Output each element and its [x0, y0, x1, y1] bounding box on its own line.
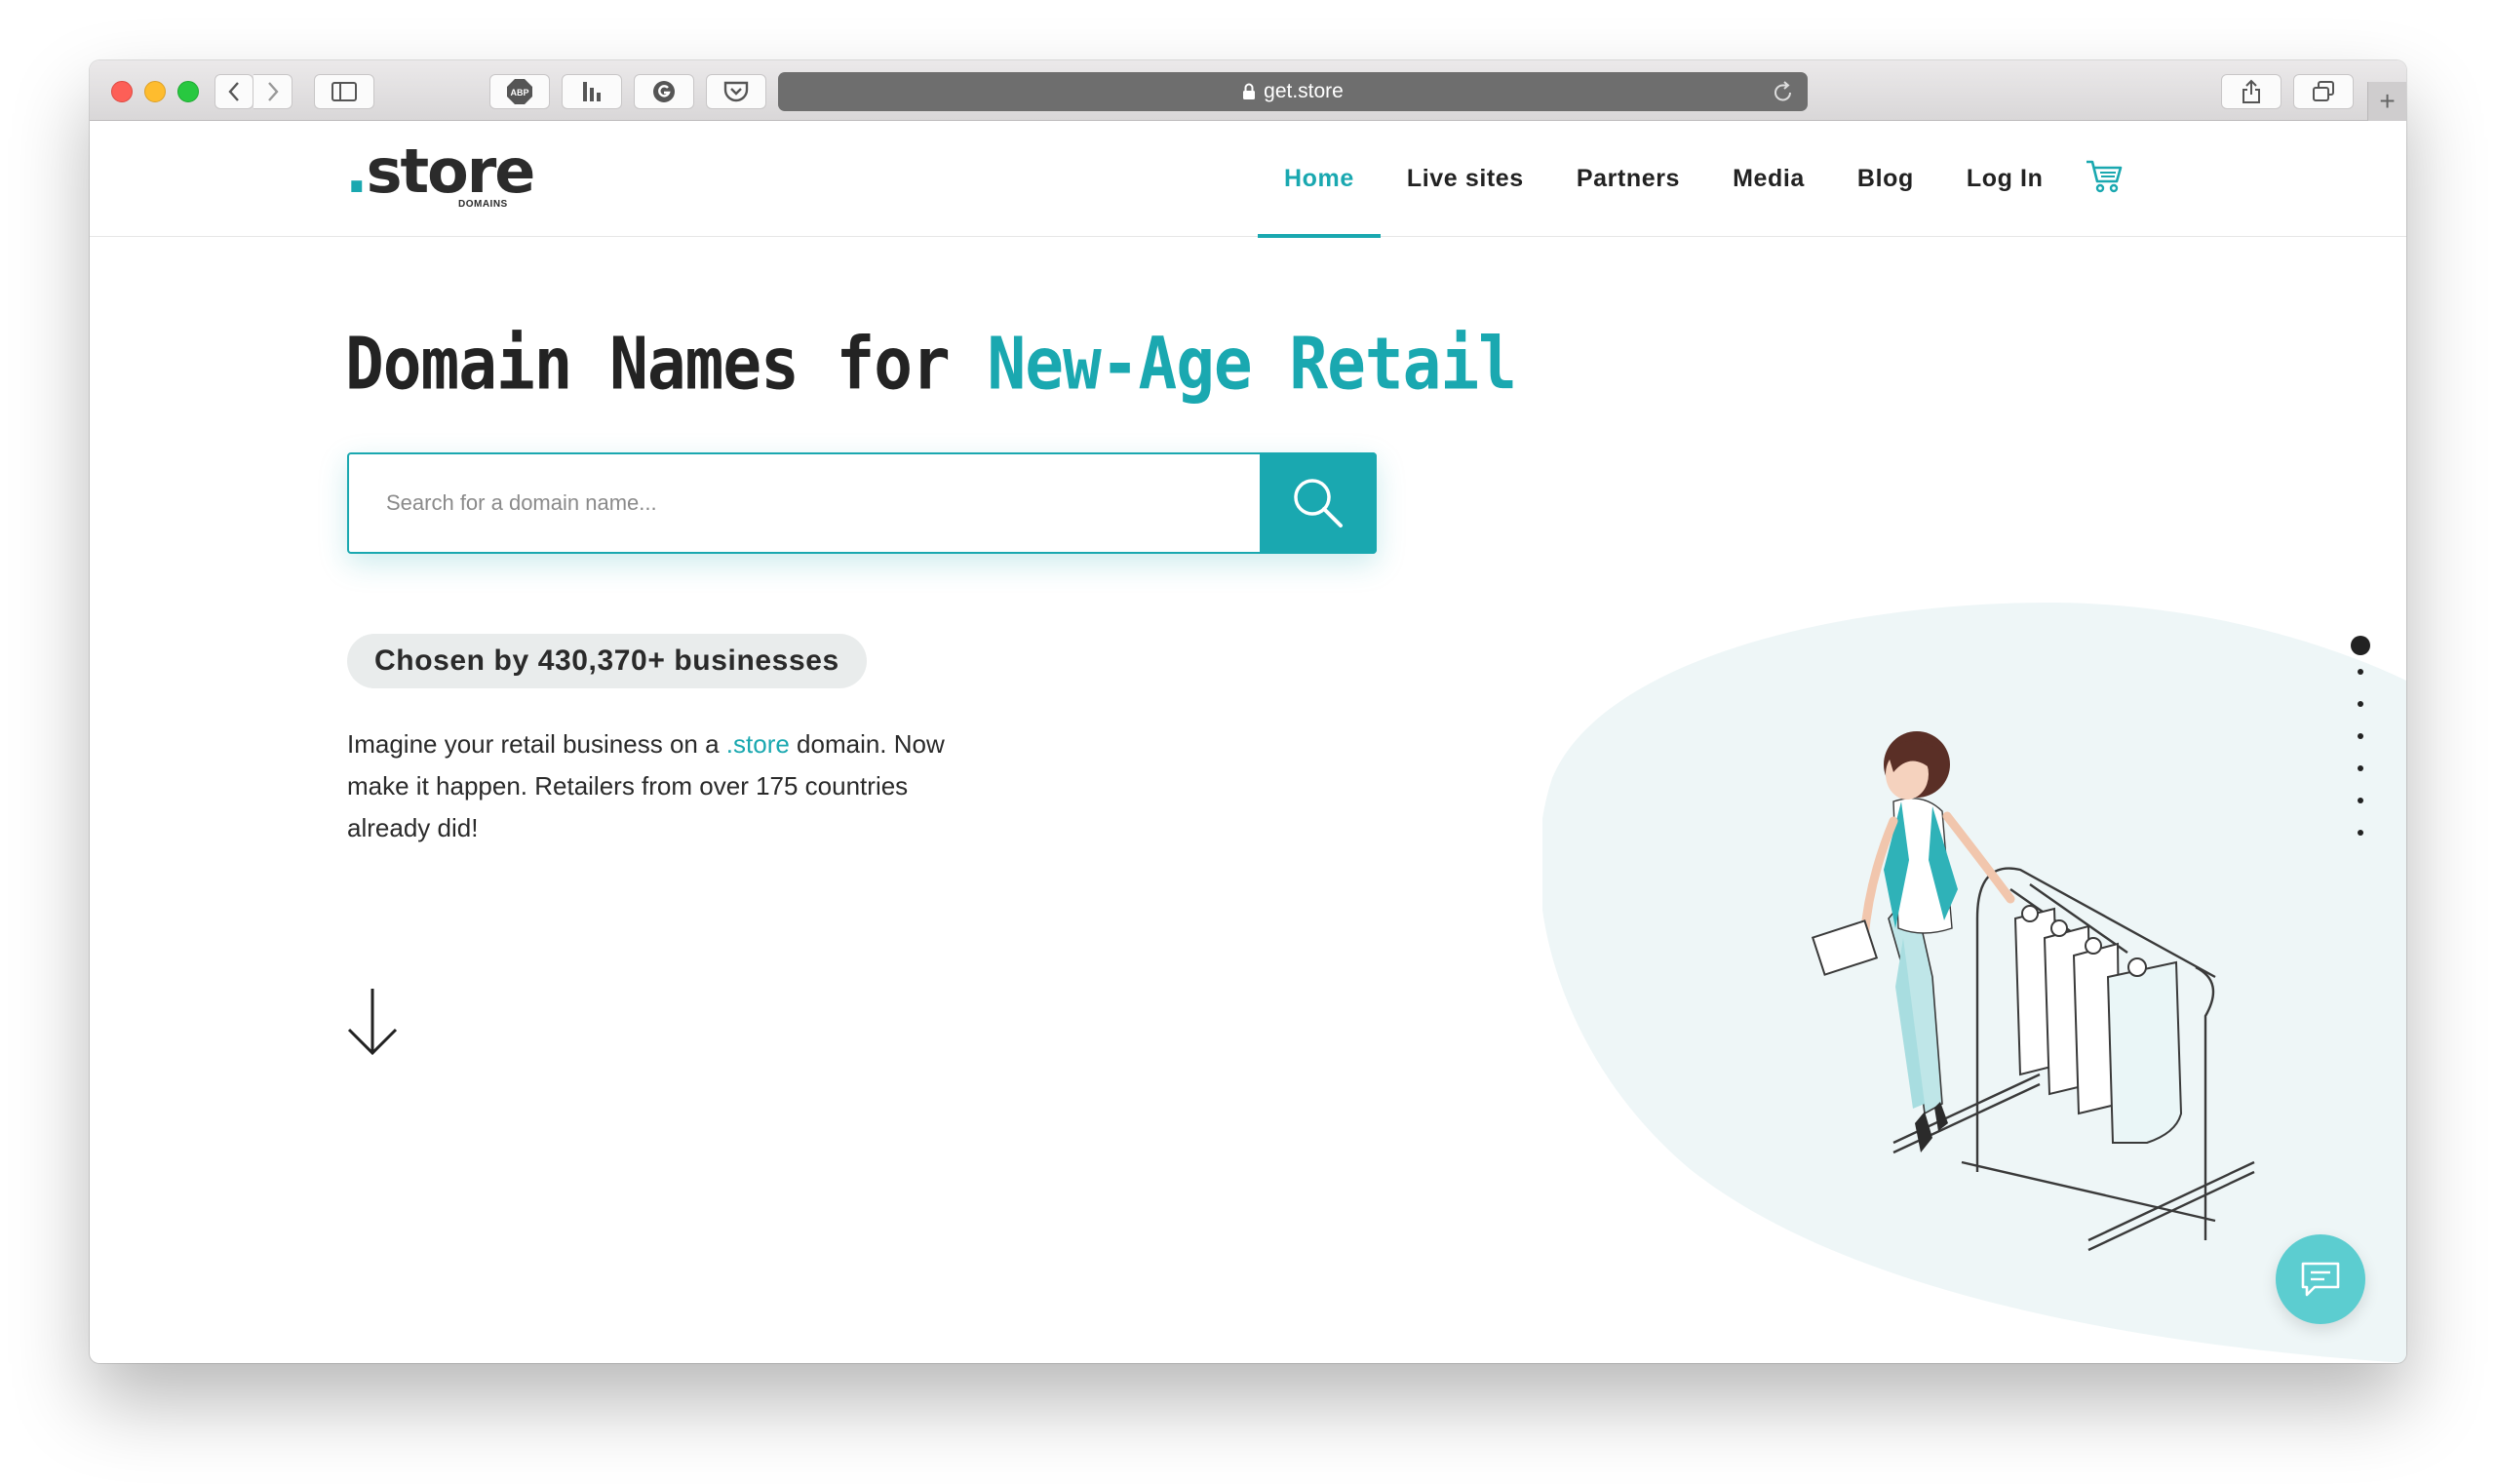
address-bar[interactable]: get.store — [778, 72, 1808, 111]
zoom-window-button[interactable] — [177, 81, 199, 102]
tab-overview-button[interactable] — [2293, 74, 2354, 109]
pocket-icon — [723, 81, 749, 102]
section-dot-5[interactable] — [2358, 765, 2363, 771]
arrow-down-icon — [347, 989, 398, 1056]
url-text: get.store — [1264, 80, 1344, 102]
hero-title: Domain Names for New-Age Retail — [345, 322, 1517, 407]
section-dot-6[interactable] — [2358, 798, 2363, 803]
share-button[interactable] — [2221, 74, 2282, 109]
hero-title-accent: New-Age Retail — [987, 322, 1517, 407]
extension-button[interactable] — [562, 74, 622, 109]
cart-icon — [2086, 160, 2123, 193]
grammarly-button[interactable] — [634, 74, 694, 109]
chat-button[interactable] — [2276, 1234, 2365, 1324]
sidebar-toggle-button[interactable] — [314, 74, 374, 109]
hanging-shirts — [2013, 905, 2183, 1144]
section-dot-2[interactable] — [2358, 669, 2363, 675]
hero-title-main: Domain Names for — [345, 322, 988, 407]
section-dot-4[interactable] — [2358, 733, 2363, 739]
tabs-icon — [2313, 81, 2334, 101]
browser-window: ABP get.store + .store DOMAINS Home Live… — [90, 60, 2406, 1363]
section-dot-1[interactable] — [2351, 636, 2370, 655]
new-tab-icon: + — [2379, 86, 2396, 116]
forward-button[interactable] — [254, 74, 292, 109]
extension-icon — [583, 82, 601, 101]
minimize-window-button[interactable] — [144, 81, 166, 102]
scroll-down-button[interactable] — [345, 987, 400, 1062]
reload-icon[interactable] — [1773, 80, 1794, 103]
adblock-icon: ABP — [507, 79, 532, 104]
site-header: .store DOMAINS Home Live sites Partners … — [90, 121, 2406, 238]
adblock-button[interactable]: ABP — [489, 74, 550, 109]
new-tab-button[interactable]: + — [2367, 82, 2406, 121]
chat-icon — [2301, 1262, 2340, 1297]
sidebar-icon — [332, 82, 357, 101]
store-link[interactable]: .store — [726, 729, 790, 759]
hero-description: Imagine your retail business on a .store… — [347, 723, 971, 849]
main-nav: Home Live sites Partners Media Blog Log … — [1258, 121, 2070, 238]
logo-subtitle: DOMAINS — [458, 199, 508, 210]
domain-search-form — [347, 452, 1377, 554]
nav-blog[interactable]: Blog — [1831, 121, 1940, 237]
search-button[interactable] — [1260, 452, 1377, 554]
back-icon — [228, 82, 239, 101]
section-dot-3[interactable] — [2358, 701, 2363, 707]
share-icon — [2242, 79, 2260, 103]
nav-partners[interactable]: Partners — [1550, 121, 1706, 237]
browser-toolbar: ABP get.store + — [90, 60, 2406, 121]
nav-log-in[interactable]: Log In — [1940, 121, 2070, 237]
nav-live-sites[interactable]: Live sites — [1381, 121, 1550, 237]
grammarly-icon — [653, 81, 675, 102]
logo-text: store — [366, 136, 536, 207]
shopper-illustration — [1811, 731, 2255, 1252]
search-icon — [1294, 479, 1343, 527]
domain-search-input[interactable] — [349, 454, 1260, 552]
logo-dot: . — [345, 136, 369, 207]
back-button[interactable] — [214, 74, 254, 109]
businesses-count-badge: Chosen by 430,370+ businesses — [347, 634, 867, 688]
forward-icon — [267, 82, 279, 101]
pocket-button[interactable] — [706, 74, 766, 109]
close-window-button[interactable] — [111, 81, 133, 102]
nav-home[interactable]: Home — [1258, 121, 1381, 238]
woman-figure — [1811, 731, 2015, 1152]
lock-icon — [1243, 83, 1256, 99]
cart-button[interactable] — [2085, 158, 2124, 200]
svg-text:ABP: ABP — [510, 88, 528, 98]
desc-text-start: Imagine your retail business on a — [347, 729, 726, 759]
section-dot-7[interactable] — [2358, 830, 2363, 836]
nav-media[interactable]: Media — [1706, 121, 1831, 237]
